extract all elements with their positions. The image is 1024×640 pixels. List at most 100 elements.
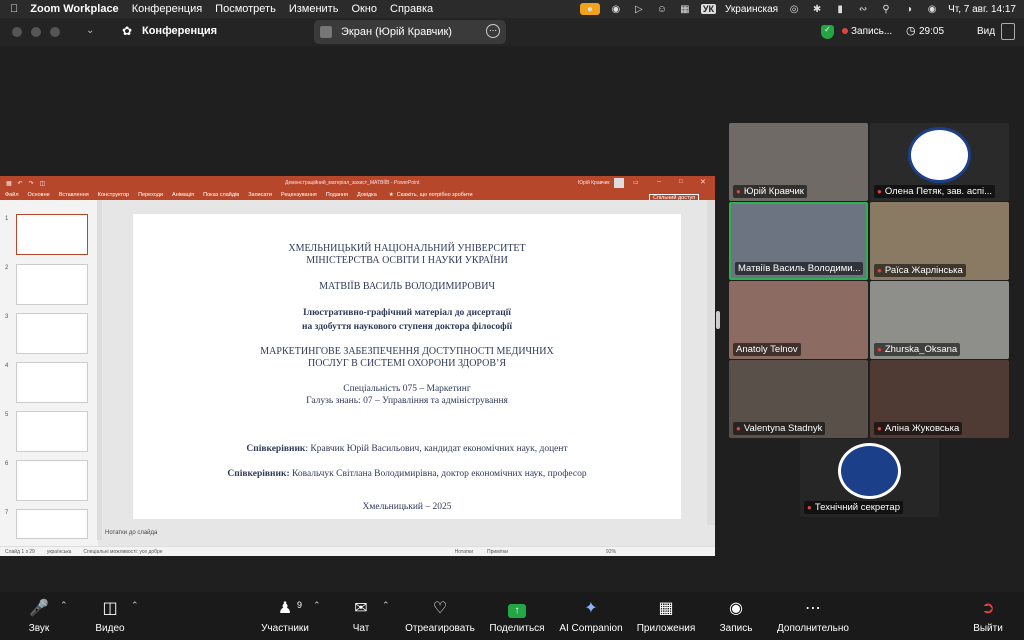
zoom-status-icon[interactable]: ◉: [609, 3, 623, 15]
minimize-icon[interactable]: –: [657, 178, 661, 185]
grid-icon[interactable]: ▦: [678, 3, 692, 15]
slide-notes-placeholder[interactable]: Нотатки до слайда: [105, 530, 157, 536]
restore-icon[interactable]: □: [679, 179, 683, 185]
share-screen-button[interactable]: ↑ Поделиться: [488, 592, 546, 640]
reactions-button[interactable]: ♡ Отреагировать: [402, 592, 478, 640]
spotlight-search-icon[interactable]: ⚲: [879, 3, 893, 15]
comments-toggle[interactable]: Примітки: [487, 549, 508, 555]
language-status[interactable]: українська: [47, 549, 72, 555]
tab-record[interactable]: Записати: [248, 192, 272, 198]
redo-icon[interactable]: ↷: [29, 180, 34, 187]
view-layout-icon[interactable]: [1001, 23, 1015, 40]
minimize-window-button[interactable]: [31, 27, 41, 37]
audio-options-chevron[interactable]: ⌃: [60, 600, 68, 611]
video-tile-participant-2[interactable]: ● Олена Петяк, зав. аспі...: [870, 123, 1009, 201]
mic-active-icon[interactable]: ●: [579, 3, 600, 15]
tab-review[interactable]: Рецензування: [281, 192, 317, 198]
menu-window[interactable]: Окно: [351, 3, 377, 15]
menu-help[interactable]: Справка: [390, 3, 433, 15]
tab-help[interactable]: Довідка: [357, 192, 377, 198]
bluetooth-icon[interactable]: ✱: [810, 3, 824, 15]
apple-icon[interactable]: : [10, 3, 18, 15]
menu-edit[interactable]: Изменить: [289, 3, 339, 15]
video-tile-participant-6[interactable]: ● Zhurska_Oksana: [870, 281, 1009, 359]
participants-button[interactable]: ♟ Участники: [254, 592, 316, 640]
slide-scrollbar[interactable]: [707, 200, 715, 525]
video-tile-participant-7[interactable]: ● Valentyna Stadnyk: [729, 360, 868, 438]
play-icon[interactable]: ▷: [632, 3, 646, 15]
tab-slideshow[interactable]: Показ слайдів: [203, 192, 239, 198]
more-button[interactable]: ⋯ Дополнительно: [772, 592, 854, 640]
menu-view[interactable]: Посмотреть: [215, 3, 276, 15]
shield-icon[interactable]: ✓: [821, 25, 834, 39]
ai-companion-button[interactable]: ✦ AI Companion: [556, 592, 626, 640]
airplay-icon[interactable]: ◎: [787, 3, 801, 15]
chevron-down-icon[interactable]: ⌄: [86, 25, 94, 36]
record-button[interactable]: ◉ Запись: [716, 592, 756, 640]
video-tile-participant-4[interactable]: ● Раїса Жарлінська: [870, 202, 1009, 280]
save-icon[interactable]: ▦: [6, 180, 12, 187]
siri-icon[interactable]: ◉: [925, 3, 939, 15]
maximize-window-button[interactable]: [50, 27, 60, 37]
screen-share-tab[interactable]: Экран (Юрій Кравчик) ⋯: [314, 20, 506, 44]
control-center-icon[interactable]: ◑: [902, 3, 916, 15]
leave-button[interactable]: ➲ Выйти: [970, 592, 1006, 640]
accessibility-status[interactable]: Спеціальні можливості: усе добре: [83, 549, 162, 555]
more-options-icon[interactable]: ⋯: [486, 24, 500, 38]
emoji-icon[interactable]: ☺: [655, 3, 669, 15]
participant-name: ● Valentyna Stadnyk: [733, 422, 826, 435]
tab-transitions[interactable]: Переходи: [138, 192, 163, 198]
video-tile-participant-5[interactable]: Anatoly Telnov: [729, 281, 868, 359]
participants-options-chevron[interactable]: ⌃: [313, 600, 321, 611]
audio-button[interactable]: 🎤 Звук: [20, 592, 58, 640]
menu-conference[interactable]: Конференция: [132, 3, 202, 15]
video-tile-participant-1[interactable]: ● Юрій Кравчик: [729, 123, 868, 201]
tab-animations[interactable]: Анімація: [172, 192, 194, 198]
close-window-button[interactable]: [12, 27, 22, 37]
slide-thumbnail-5[interactable]: [16, 411, 88, 452]
slide-thumbnail-3[interactable]: [16, 313, 88, 354]
video-options-chevron[interactable]: ⌃: [131, 600, 139, 611]
tab-home[interactable]: Основне: [28, 192, 50, 198]
tab-file[interactable]: Файл: [5, 192, 19, 198]
slide-thumbnails-pane: 1 2 3 4 5 6 7: [0, 200, 102, 546]
apps-button[interactable]: ▦ Приложения: [634, 592, 698, 640]
undo-icon[interactable]: ↶: [18, 180, 23, 187]
wifi-icon[interactable]: ∾: [856, 3, 870, 15]
video-tile-active-speaker[interactable]: Матвіїв Василь Володими...: [729, 202, 868, 280]
tab-view[interactable]: Подання: [326, 192, 348, 198]
current-slide: ХМЕЛЬНИЦЬКИЙ НАЦІОНАЛЬНИЙ УНІВЕРСИТЕТ МІ…: [133, 214, 681, 519]
mic-muted-icon: ●: [807, 503, 812, 512]
recording-status[interactable]: Запись...: [851, 26, 892, 37]
slide-thumbnail-1[interactable]: [16, 214, 88, 255]
tab-design[interactable]: Конструктор: [98, 192, 129, 198]
slide-thumbnail-6[interactable]: [16, 460, 88, 501]
splitter-handle[interactable]: [716, 311, 720, 329]
view-button[interactable]: Вид: [977, 26, 995, 37]
ppt-user-avatar[interactable]: [614, 178, 624, 188]
tell-me-search[interactable]: Скажіть, що потрібно зробити: [397, 192, 473, 198]
mic-muted-icon: ●: [736, 424, 741, 433]
chat-button[interactable]: ✉ Чат: [346, 592, 376, 640]
slide-thumbnail-4[interactable]: [16, 362, 88, 403]
thumb-number: 3: [5, 314, 9, 320]
thumbnails-scrollbar[interactable]: [97, 200, 102, 540]
shared-powerpoint-window[interactable]: ▦ ↶ ↷ ◫ Демонстраційний_матеріал_захист_…: [0, 176, 715, 556]
notes-toggle[interactable]: Нотатки: [455, 549, 473, 555]
app-menu[interactable]: Zoom Workplace: [30, 3, 118, 15]
keyboard-layout-badge[interactable]: УК: [700, 4, 716, 14]
present-icon[interactable]: ◫: [40, 180, 46, 187]
battery-icon[interactable]: ▮: [833, 3, 847, 15]
video-button[interactable]: ◫ Видео: [88, 592, 132, 640]
slide-thumbnail-2[interactable]: [16, 264, 88, 305]
video-tile-participant-9[interactable]: ● Технічний секретар: [800, 439, 939, 517]
ribbon-display-icon[interactable]: ▭: [633, 179, 639, 186]
chat-options-chevron[interactable]: ⌃: [382, 600, 390, 611]
slide-thumbnail-7[interactable]: [16, 509, 88, 539]
clock[interactable]: Чт, 7 авг. 14:17: [948, 4, 1016, 15]
close-icon[interactable]: ✕: [700, 178, 706, 186]
zoom-level[interactable]: 92%: [606, 549, 616, 555]
heart-icon: ♡: [432, 600, 448, 617]
video-tile-participant-8[interactable]: ● Аліна Жуковська: [870, 360, 1009, 438]
tab-insert[interactable]: Вставлення: [59, 192, 89, 198]
